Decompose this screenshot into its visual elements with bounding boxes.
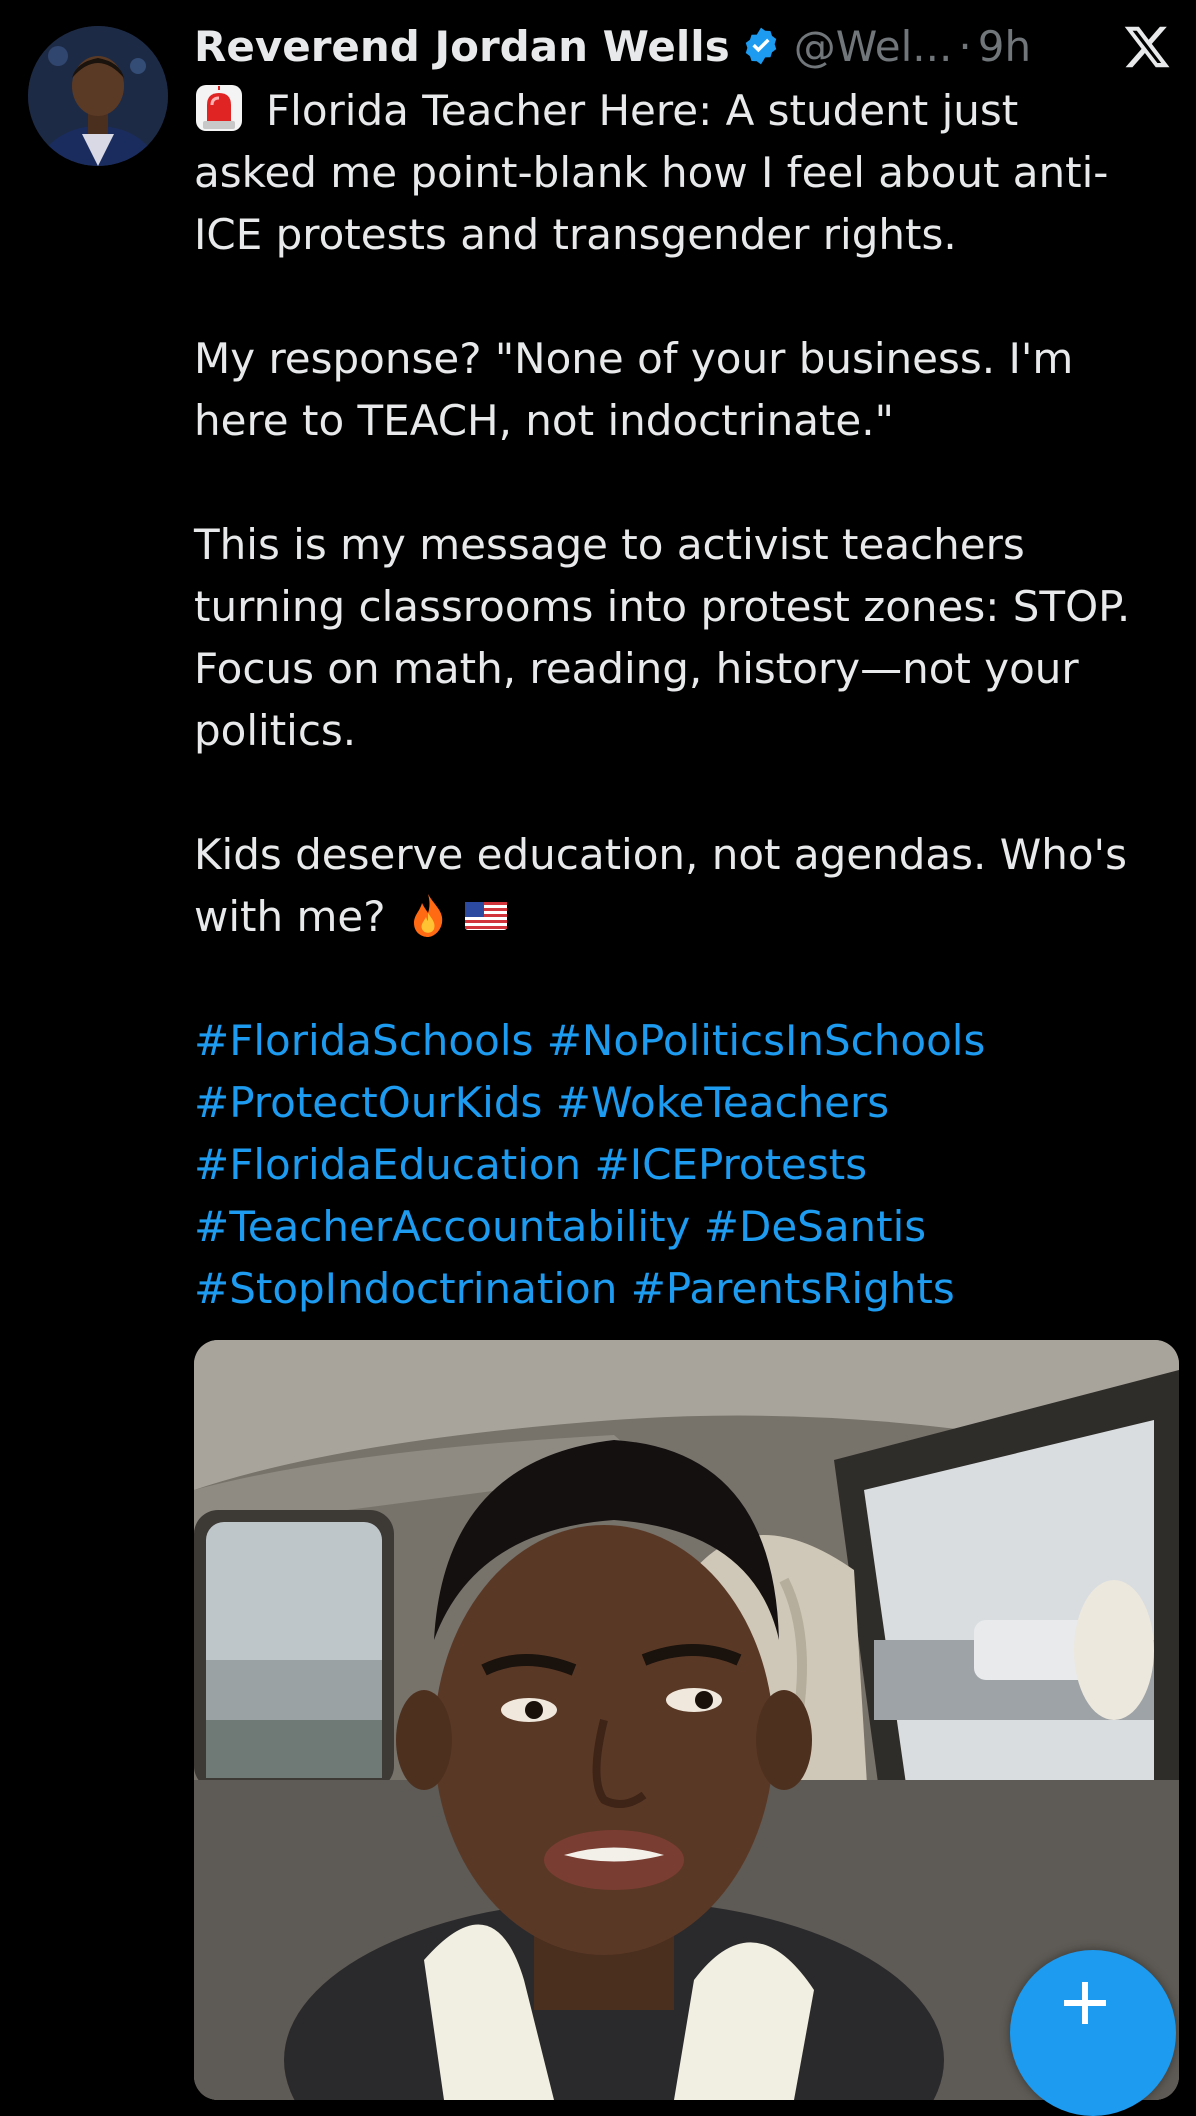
hashtag-link[interactable]: #ICEProtests	[595, 1140, 868, 1189]
post-line: Kids deserve education, not agendas. Who…	[194, 830, 1127, 879]
hashtag-link[interactable]: #TeacherAccountability	[194, 1202, 690, 1251]
avatar-photo	[28, 26, 168, 166]
us-flag-emoji	[462, 891, 510, 939]
verified-badge-icon	[740, 25, 782, 67]
hashtag-block: #FloridaSchools #NoPoliticsInSchools #Pr…	[194, 1010, 1169, 1320]
post-line: ICE protests and transgender rights.	[194, 210, 957, 259]
post-line: My response? "None of your business. I'm	[194, 334, 1074, 383]
post-line: politics.	[194, 706, 357, 755]
hashtag-link[interactable]: #NoPoliticsInSchools	[547, 1016, 986, 1065]
hashtag-line: #StopIndoctrination #ParentsRights	[194, 1258, 1169, 1320]
author-handle[interactable]: @Wel...	[794, 22, 953, 71]
hashtag-line: #TeacherAccountability #DeSantis	[194, 1196, 1169, 1258]
plus-icon	[1060, 1978, 1110, 2028]
post-paragraph: Kids deserve education, not agendas. Who…	[194, 824, 1169, 948]
post-line: here to TEACH, not indoctrinate."	[194, 396, 894, 445]
post-timestamp[interactable]: 9h	[978, 22, 1031, 71]
hashtag-line: #ProtectOurKids #WokeTeachers	[194, 1072, 1169, 1134]
post-paragraph: This is my message to activist teachers …	[194, 514, 1169, 762]
hashtag-link[interactable]: #DeSantis	[704, 1202, 926, 1251]
author-avatar[interactable]	[28, 26, 168, 166]
post-line-text: Florida Teacher Here: A student just	[266, 86, 1019, 135]
post-line-text: with me?	[194, 892, 386, 941]
hashtag-line: #FloridaEducation #ICEProtests	[194, 1134, 1169, 1196]
hashtag-line: #FloridaSchools #NoPoliticsInSchools	[194, 1010, 1169, 1072]
post-line: Focus on math, reading, history—not your	[194, 644, 1079, 693]
fire-emoji	[404, 891, 452, 939]
hashtag-link[interactable]: #WokeTeachers	[556, 1078, 889, 1127]
post-header: Reverend Jordan Wells @Wel... · 9h	[194, 14, 1031, 78]
post-line: turning classrooms into protest zones: S…	[194, 582, 1131, 631]
hashtag-link[interactable]: #FloridaEducation	[194, 1140, 581, 1189]
post-line: with me?	[194, 886, 1169, 948]
post-line: Florida Teacher Here: A student just	[194, 80, 1169, 142]
post-text: Florida Teacher Here: A student just ask…	[194, 80, 1169, 1320]
compose-post-button[interactable]	[1010, 1950, 1176, 2116]
post-paragraph: Florida Teacher Here: A student just ask…	[194, 80, 1169, 266]
author-display-name[interactable]: Reverend Jordan Wells	[194, 22, 730, 71]
hashtag-link[interactable]: #ParentsRights	[631, 1264, 955, 1313]
post-line: This is my message to activist teachers	[194, 520, 1025, 569]
post-line: asked me point-blank how I feel about an…	[194, 148, 1109, 197]
rotating-light-emoji	[194, 83, 244, 133]
meta-separator: ·	[958, 21, 972, 71]
hashtag-link[interactable]: #ProtectOurKids	[194, 1078, 542, 1127]
hashtag-link[interactable]: #StopIndoctrination	[194, 1264, 617, 1313]
post-paragraph: My response? "None of your business. I'm…	[194, 328, 1169, 452]
x-logo-icon[interactable]	[1122, 22, 1172, 72]
hashtag-link[interactable]: #FloridaSchools	[194, 1016, 533, 1065]
